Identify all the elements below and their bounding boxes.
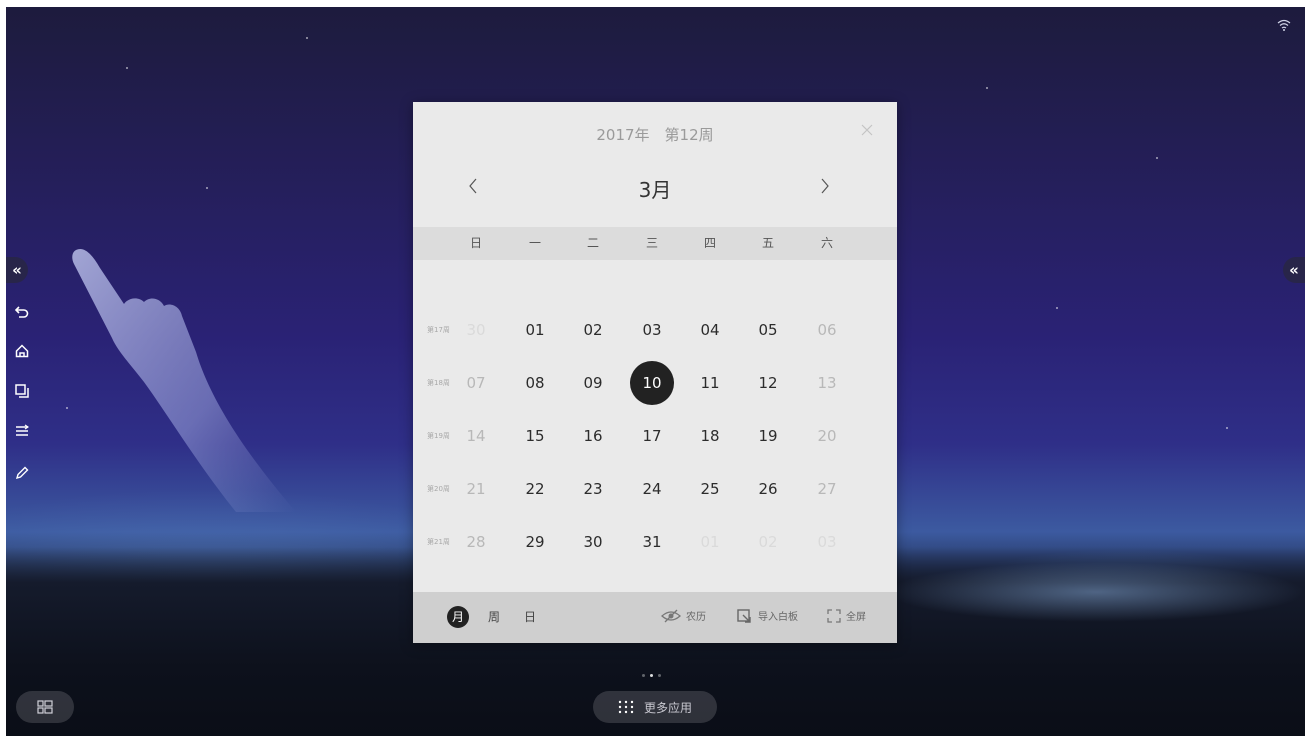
- calendar-day[interactable]: 01: [688, 520, 732, 564]
- calendar-day[interactable]: 27: [805, 467, 849, 511]
- fullscreen-label: 全屏: [846, 612, 866, 623]
- calendar-day[interactable]: 02: [746, 520, 790, 564]
- windows-button[interactable]: [11, 380, 33, 402]
- calendar-footer: 月 周 日 农历 导入白板 全屏: [413, 592, 897, 643]
- pen-button[interactable]: [11, 462, 33, 484]
- year-week-title: 2017年 第12周: [596, 126, 714, 144]
- undo-icon: [15, 306, 29, 318]
- star: [306, 37, 308, 39]
- calendar-day[interactable]: 06: [805, 308, 849, 352]
- calendar-day[interactable]: 25: [688, 467, 732, 511]
- calendar-day[interactable]: 16: [571, 414, 615, 458]
- calendar-day[interactable]: 31: [630, 520, 674, 564]
- calendar-day[interactable]: 23: [571, 467, 615, 511]
- hand-pointer-illustration: [72, 248, 296, 512]
- weekday-fri: 五: [761, 236, 774, 250]
- star: [206, 187, 208, 189]
- import-whiteboard-button[interactable]: 导入白板: [737, 608, 798, 623]
- view-month-button[interactable]: 月: [447, 606, 469, 628]
- calendar-day[interactable]: 09: [571, 361, 615, 405]
- calendar-day[interactable]: 21: [454, 467, 498, 511]
- star: [1226, 427, 1228, 429]
- calendar-day[interactable]: 20: [805, 414, 849, 458]
- calendar-day[interactable]: 01: [513, 308, 557, 352]
- weekday-mon: 一: [528, 236, 541, 250]
- chevron-right-icon: [821, 178, 829, 194]
- desktop-wallpaper: « « 更多应用 2017年 第12周 3月 日 一 二 三 四 五 六 第17…: [6, 7, 1305, 736]
- view-day-button[interactable]: 日: [519, 606, 541, 628]
- calendar-day[interactable]: 12: [746, 361, 790, 405]
- start-button[interactable]: [16, 691, 74, 723]
- calendar-day[interactable]: 29: [513, 520, 557, 564]
- calendar-panel: 2017年 第12周 3月 日 一 二 三 四 五 六 第17周 30 01 0…: [413, 102, 897, 643]
- start-icon: [37, 700, 53, 714]
- calendar-day[interactable]: 08: [513, 361, 557, 405]
- calendar-day[interactable]: 02: [571, 308, 615, 352]
- more-apps-label: 更多应用: [643, 700, 692, 715]
- calendar-day[interactable]: 05: [746, 308, 790, 352]
- calendar-day[interactable]: 17: [630, 414, 674, 458]
- home-button[interactable]: [11, 340, 33, 362]
- weekday-tue: 二: [586, 236, 599, 250]
- weekday-header: 日 一 二 三 四 五 六: [413, 227, 897, 260]
- calendar-day[interactable]: 30: [454, 308, 498, 352]
- import-whiteboard-label: 导入白板: [758, 612, 798, 623]
- calendar-day[interactable]: 26: [746, 467, 790, 511]
- calendar-day[interactable]: 07: [454, 361, 498, 405]
- star: [126, 67, 128, 69]
- calendar-day-selected[interactable]: 10: [630, 361, 674, 405]
- lunar-label: 农历: [686, 612, 706, 623]
- undo-button[interactable]: [11, 300, 33, 322]
- calendar-day[interactable]: 22: [513, 467, 557, 511]
- fullscreen-button[interactable]: 全屏: [827, 608, 866, 623]
- calendar-day[interactable]: 24: [630, 467, 674, 511]
- apps-grid-icon: [618, 700, 634, 714]
- menu-button[interactable]: [11, 420, 33, 442]
- next-month-button[interactable]: [815, 174, 835, 198]
- view-week-button[interactable]: 周: [483, 606, 505, 628]
- menu-icon: [16, 424, 29, 436]
- pen-icon: [15, 466, 29, 480]
- weekday-wed: 三: [645, 236, 658, 250]
- weekday-sat: 六: [820, 236, 833, 250]
- close-icon: [861, 124, 873, 136]
- home-icon: [15, 344, 29, 358]
- calendar-day[interactable]: 18: [688, 414, 732, 458]
- wifi-icon: [1277, 19, 1291, 31]
- weekday-sun: 日: [469, 236, 482, 250]
- more-apps-button[interactable]: 更多应用: [593, 691, 717, 723]
- calendar-day[interactable]: 04: [688, 308, 732, 352]
- lunar-toggle[interactable]: 农历: [661, 608, 706, 623]
- page-indicator: [642, 674, 661, 677]
- close-button[interactable]: [861, 120, 873, 141]
- import-icon: [737, 608, 751, 623]
- weekday-thu: 四: [703, 236, 716, 250]
- calendar-day[interactable]: 19: [746, 414, 790, 458]
- right-sidebar-toggle[interactable]: «: [1283, 257, 1305, 283]
- star: [1056, 307, 1058, 309]
- month-navigation: 3月: [413, 170, 897, 204]
- calendar-day[interactable]: 28: [454, 520, 498, 564]
- calendar-day[interactable]: 14: [454, 414, 498, 458]
- left-sidebar-toggle[interactable]: «: [6, 257, 28, 283]
- calendar-day[interactable]: 13: [805, 361, 849, 405]
- calendar-day[interactable]: 03: [805, 520, 849, 564]
- calendar-day[interactable]: 15: [513, 414, 557, 458]
- calendar-day[interactable]: 30: [571, 520, 615, 564]
- star: [1156, 157, 1158, 159]
- double-chevron-left-icon: «: [1289, 261, 1299, 279]
- calendar-day[interactable]: 11: [688, 361, 732, 405]
- calendar-day[interactable]: 03: [630, 308, 674, 352]
- expand-icon: [827, 608, 841, 623]
- double-chevron-left-icon: «: [12, 261, 22, 279]
- eye-off-icon: [661, 609, 681, 622]
- star: [986, 87, 988, 89]
- mist: [886, 562, 1305, 622]
- windows-icon: [15, 384, 29, 398]
